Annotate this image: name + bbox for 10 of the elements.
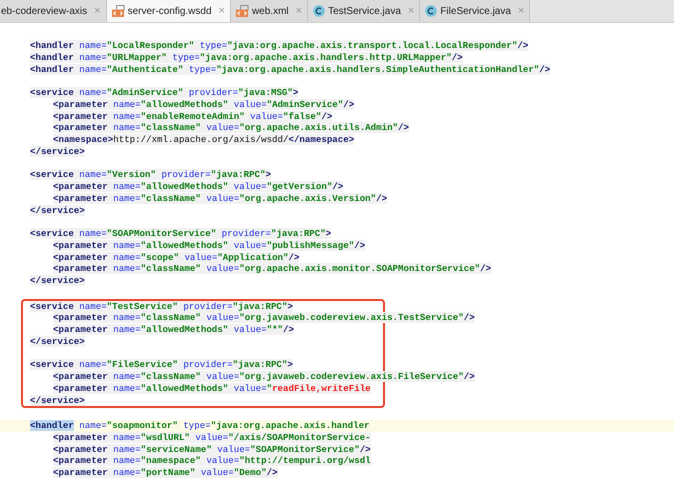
file-tab[interactable]: eb-codereview-axis × [0, 0, 107, 22]
file-tab[interactable]: FileService.java × [420, 0, 530, 22]
class-icon [313, 5, 326, 17]
code-line: <handler name="soapmonitor" type="java:org.apache.axis.handler [30, 420, 370, 431]
xml-file-icon [236, 5, 249, 17]
xml-file-icon [112, 5, 125, 17]
file-tab[interactable]: TestService.java × [308, 0, 420, 22]
file-tab[interactable]: server-config.wsdd × [106, 0, 231, 22]
class-icon [425, 5, 438, 17]
file-tab[interactable]: web.xml × [230, 0, 308, 22]
